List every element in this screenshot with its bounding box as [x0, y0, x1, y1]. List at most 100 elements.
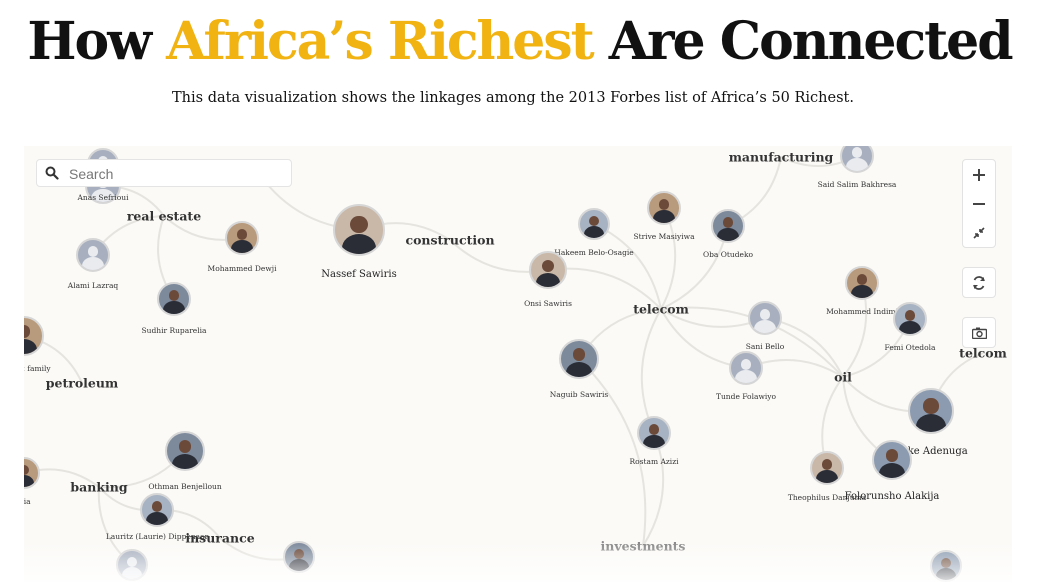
avatar-head [151, 501, 163, 512]
person-name: Tunde Folawiyo [715, 392, 777, 401]
collapse-button[interactable] [963, 218, 995, 247]
avatar-body [288, 559, 310, 571]
person-name: Anas Sefrioui [77, 193, 129, 202]
avatar-body [816, 470, 838, 483]
avatar[interactable] [578, 208, 610, 240]
camera-icon [971, 327, 987, 339]
screenshot-button[interactable] [963, 318, 995, 347]
sector-label-manufacturing[interactable]: manufacturing [729, 150, 834, 165]
avatar[interactable] [647, 191, 681, 225]
person-name: Strive Masiyiwa [633, 232, 695, 241]
sector-label-oil[interactable]: oil [834, 370, 852, 385]
avatar[interactable] [872, 440, 912, 480]
avatar-head [293, 548, 305, 559]
person-name: Sani Bello [745, 342, 785, 351]
avatar-body [82, 257, 104, 270]
person-name: Othman Benjelloun [148, 482, 222, 491]
avatar[interactable] [165, 431, 205, 471]
avatar[interactable] [76, 238, 110, 272]
refresh-icon [973, 275, 985, 290]
avatar[interactable] [908, 388, 954, 434]
avatar-head [236, 229, 248, 240]
avatar-head [759, 309, 771, 320]
avatar-body [24, 338, 37, 354]
avatar-body [566, 361, 592, 377]
person-name: Alami Lazraq [67, 281, 119, 290]
avatar-head [821, 459, 833, 470]
person-name: Folorunsho Alakija [844, 491, 940, 502]
sector-label-investments[interactable]: investments [601, 539, 686, 554]
avatar-body [653, 210, 675, 223]
sector-label-real-estate[interactable]: real estate [127, 209, 201, 224]
avatar-body [172, 453, 198, 469]
avatar-head [658, 199, 670, 210]
avatar-head [541, 259, 555, 273]
avatar-body [583, 226, 605, 238]
avatar[interactable] [225, 221, 259, 255]
avatar-head [940, 557, 952, 568]
person-name: Lauritz (Laurie) Dippenaar [105, 532, 209, 541]
refresh-control [962, 267, 996, 298]
avatar-body [24, 475, 35, 487]
avatar-head [24, 464, 30, 475]
avatar-head [572, 348, 586, 362]
avatar-head [856, 274, 868, 285]
avatar[interactable] [559, 339, 599, 379]
avatar[interactable] [930, 550, 962, 582]
sector-label-construction[interactable]: construction [405, 233, 494, 248]
sector-label-petroleum[interactable]: petroleum [46, 376, 118, 391]
avatar[interactable] [845, 266, 879, 300]
person-name: Mohammed Indimi [826, 307, 898, 316]
sector-label-banking[interactable]: banking [70, 480, 127, 495]
avatar[interactable] [893, 302, 927, 336]
avatar[interactable] [529, 251, 567, 289]
network-visualization[interactable]: real estate construction manufacturing tele… [24, 146, 1012, 582]
avatar[interactable] [637, 416, 671, 450]
avatar-body [146, 512, 168, 525]
person-name: Sudhir Ruparelia [141, 326, 207, 335]
avatar[interactable] [283, 541, 315, 573]
avatar[interactable] [333, 204, 385, 256]
avatar[interactable] [810, 451, 844, 485]
avatar-head [904, 310, 916, 321]
avatar-head [588, 215, 600, 226]
avatar-body [851, 285, 873, 298]
avatar-head [24, 325, 31, 339]
refresh-button[interactable] [963, 268, 995, 297]
title-highlight: Africa’s Richest [166, 11, 595, 72]
search-input[interactable] [67, 163, 281, 185]
zoom-controls [962, 159, 996, 248]
sector-label-telecom[interactable]: telecom [633, 302, 689, 317]
search-box[interactable] [36, 159, 292, 187]
page-title: How Africa’s Richest Are Connected [0, 6, 1039, 78]
avatar-body [341, 233, 377, 254]
avatar-body [935, 568, 957, 580]
avatar-body [121, 567, 143, 579]
person-name: Naguib Sawiris [549, 390, 609, 399]
avatar-head [885, 449, 899, 463]
avatar-head [923, 398, 939, 414]
person-name: Nassef Sawiris [321, 269, 397, 280]
avatar[interactable] [711, 209, 745, 243]
person-name: ouch & family [24, 364, 51, 373]
avatar-body [899, 321, 921, 334]
avatar[interactable] [116, 549, 148, 581]
minus-icon [973, 202, 985, 205]
zoom-out-button[interactable] [963, 189, 995, 218]
avatar-head [126, 556, 138, 567]
avatar-head [87, 246, 99, 257]
avatar-body [735, 370, 757, 383]
avatar-body [846, 158, 868, 171]
avatar[interactable] [748, 301, 782, 335]
avatar[interactable] [729, 351, 763, 385]
person-name: Mohammed Dewji [207, 264, 277, 273]
person-name: Said Salim Bakhresa [817, 180, 897, 189]
avatar-head [648, 424, 660, 435]
avatar[interactable] [140, 493, 174, 527]
person-name: Femi Otedola [884, 343, 936, 352]
avatar[interactable] [157, 282, 191, 316]
title-part-1: How [27, 11, 167, 72]
search-icon [45, 166, 59, 180]
zoom-in-button[interactable] [963, 160, 995, 189]
edge [578, 358, 647, 547]
